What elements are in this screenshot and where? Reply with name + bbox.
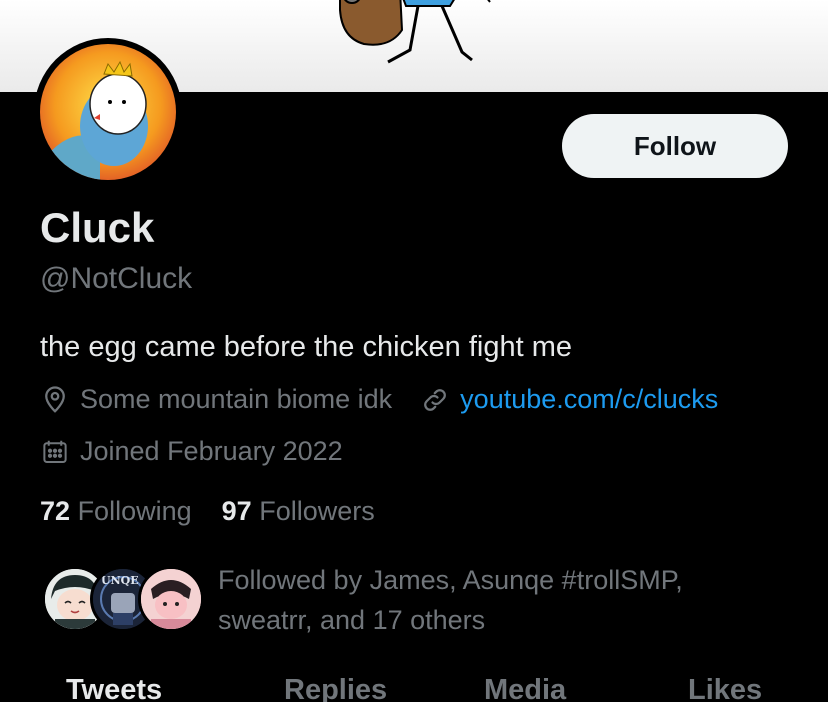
- follow-counts: 72 Following 97 Followers: [40, 496, 375, 527]
- display-name: Cluck: [40, 204, 155, 251]
- profile-website-link[interactable]: youtube.com/c/clucks: [460, 384, 718, 415]
- followers-count: 97: [221, 496, 252, 526]
- chicken-avatar-image: [40, 44, 176, 180]
- tab-replies[interactable]: Replies: [284, 674, 387, 702]
- mutual-followers-avatars[interactable]: UNQE: [42, 566, 204, 636]
- following-label: Following: [77, 496, 192, 526]
- tab-media[interactable]: Media: [484, 674, 566, 702]
- profile-joined-row: Joined February 2022: [40, 436, 343, 467]
- calendar-icon: [40, 437, 70, 467]
- followers-label: Followers: [259, 496, 375, 526]
- profile-bio: the egg came before the chicken fight me: [40, 331, 572, 363]
- followed-by-text[interactable]: Followed by James, Asunqe #trollSMP, swe…: [218, 560, 778, 640]
- profile-meta-row: Some mountain biome idk youtube.com/c/cl…: [40, 384, 718, 415]
- tab-tweets[interactable]: Tweets: [66, 674, 162, 702]
- banner-illustration: [339, 0, 491, 64]
- follow-button[interactable]: Follow: [562, 114, 788, 178]
- profile-joined-date: Joined February 2022: [80, 436, 343, 466]
- mutual-follower-avatar-text: UNQE: [101, 574, 139, 587]
- profile-location: Some mountain biome idk: [80, 384, 393, 414]
- followed-by-line: sweatrr, and 17 others: [218, 605, 486, 635]
- user-handle: @NotCluck: [40, 262, 193, 295]
- map-pin-icon: [40, 385, 70, 415]
- following-link[interactable]: 72 Following: [40, 496, 192, 526]
- followers-link[interactable]: 97 Followers: [222, 496, 375, 526]
- tab-likes[interactable]: Likes: [688, 674, 762, 702]
- mutual-follower-avatar: [138, 566, 204, 632]
- followed-by-line: Followed by James, Asunqe #trollSMP,: [218, 565, 683, 595]
- profile-tabs: Tweets Replies Media Likes: [0, 668, 828, 702]
- link-icon: [420, 385, 450, 415]
- profile-avatar[interactable]: [34, 38, 182, 186]
- following-count: 72: [40, 496, 71, 526]
